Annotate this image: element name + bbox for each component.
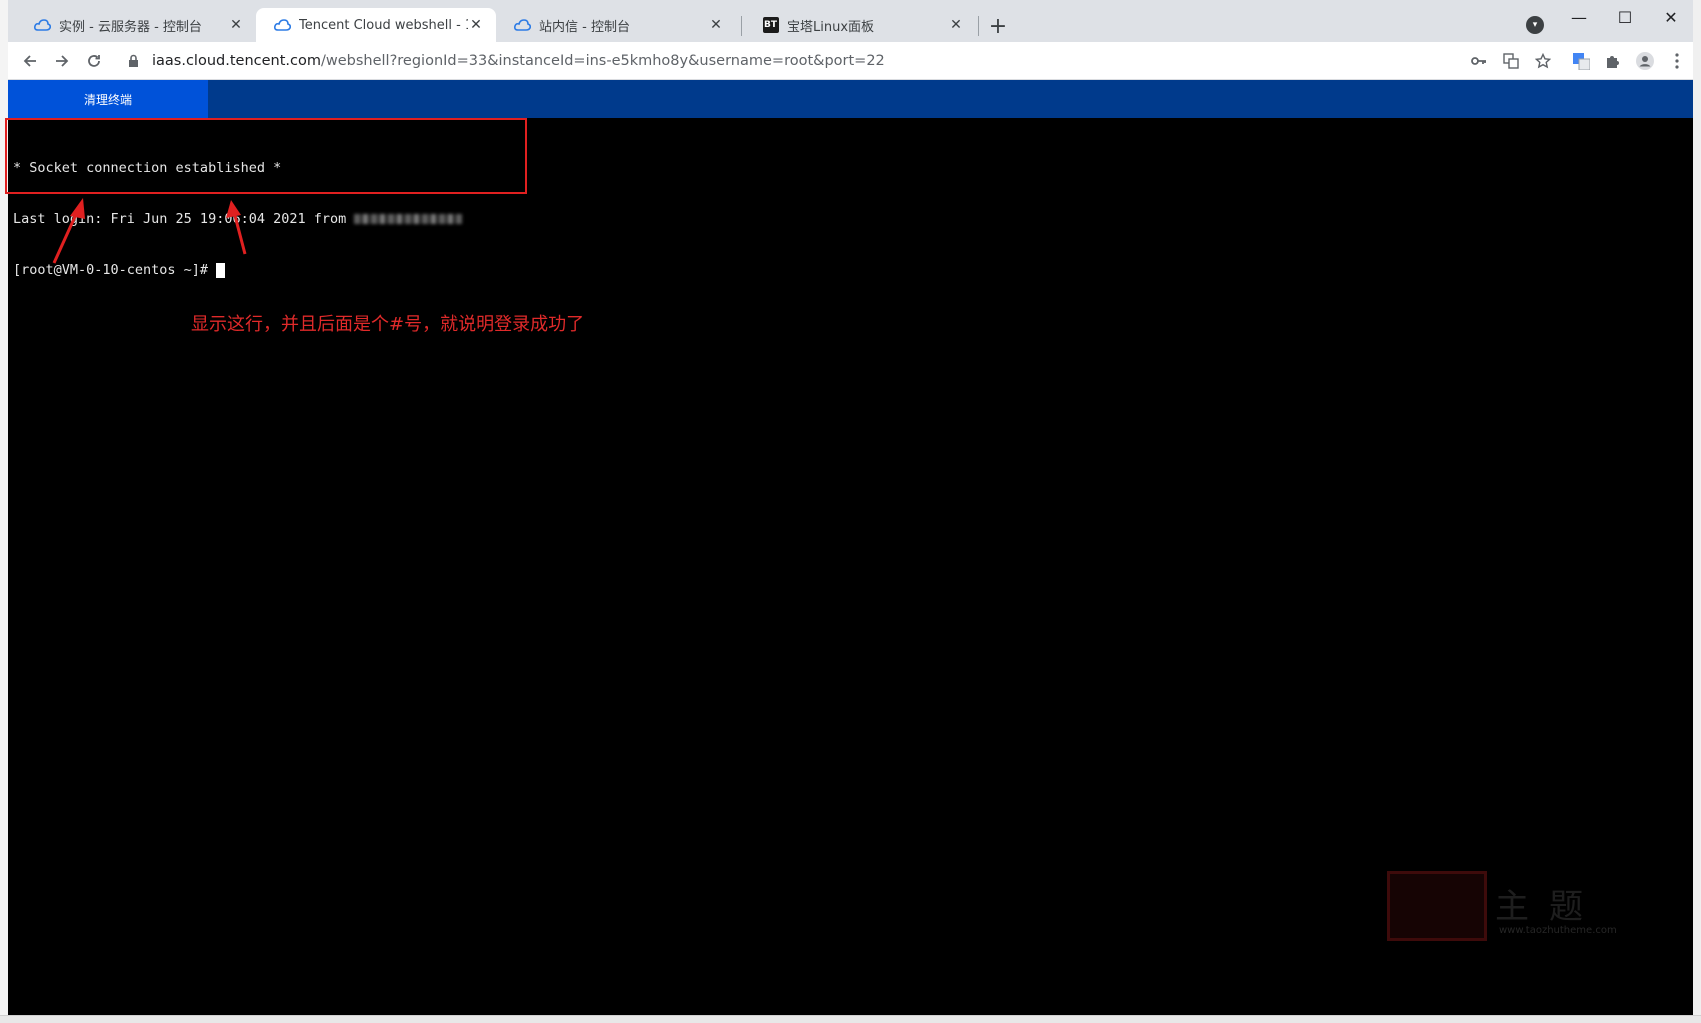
close-icon[interactable]: ✕ [468,17,484,33]
tab-label: Tencent Cloud webshell - 119. [299,17,468,33]
tab-label: 宝塔Linux面板 [787,19,875,35]
tencent-cloud-icon [274,17,291,34]
close-icon[interactable]: ✕ [228,17,244,33]
tab-separator [978,16,979,36]
browser-window: 实例 - 云服务器 - 控制台 ✕ Tencent Cloud webshell… [5,0,1693,1017]
bt-icon: BT [762,17,779,34]
arrow-right [226,200,247,255]
tencent-cloud-icon [514,17,531,34]
annotation-arrows [52,198,247,264]
tab-strip: 实例 - 云服务器 - 控制台 ✕ Tencent Cloud webshell… [8,0,1693,42]
tencent-cloud-icon [34,17,51,34]
forward-arrow-icon[interactable] [50,49,74,73]
profile-avatar-icon[interactable] [1636,52,1654,70]
back-arrow-icon[interactable] [18,49,42,73]
lock-icon [128,54,142,68]
watermark-seal [1387,871,1487,941]
tab-webshell[interactable]: Tencent Cloud webshell - 119. ✕ [256,8,496,42]
taskbar-strip [0,1015,1701,1023]
tab-label: 站内信 - 控制台 [539,19,630,35]
close-icon[interactable]: ✕ [708,17,724,33]
tab-label: 实例 - 云服务器 - 控制台 [59,19,202,35]
extensions-puzzle-icon[interactable] [1604,52,1622,70]
star-icon[interactable] [1534,52,1552,70]
watermark-url: www.taozhutheme.com [1499,925,1617,936]
tab-separator [741,16,742,36]
reload-icon[interactable] [82,49,106,73]
tab-bt-panel[interactable]: BT 宝塔Linux面板 ✕ [744,8,976,42]
translate-icon[interactable] [1502,52,1520,70]
terminal[interactable]: * Socket connection established * Last l… [5,118,1693,1017]
arrow-left [52,198,85,264]
url-path: /webshell?regionId=33&instanceId=ins-e5k… [320,53,885,69]
key-icon[interactable] [1470,52,1488,70]
clear-terminal-button[interactable]: 清理终端 [8,80,208,118]
tab-search-icon[interactable]: ▾ [1526,16,1544,34]
close-window-button[interactable]: ✕ [1648,4,1694,30]
watermark-text: 主题 [1495,887,1603,927]
url-host: iaas.cloud.tencent.com [152,53,321,69]
menu-kebab-icon[interactable] [1668,52,1686,70]
browser-toolbar: iaas.cloud.tencent.com/webshell?regionId… [8,42,1693,80]
tab-messages[interactable]: 站内信 - 控制台 ✕ [496,8,736,42]
google-translate-extension-icon[interactable] [1572,52,1590,70]
new-tab-button[interactable]: + [986,14,1010,39]
tab-instances[interactable]: 实例 - 云服务器 - 控制台 ✕ [16,8,256,42]
close-icon[interactable]: ✕ [948,17,964,33]
watermark-logo: 主题 www.taozhutheme.com [1387,871,1617,947]
minimize-button[interactable]: — [1556,4,1602,30]
webshell-header: 清理终端 [8,80,1693,118]
annotation-note: 显示这行，并且后面是个#号，就说明登录成功了 [191,314,585,335]
maximize-button[interactable]: ☐ [1602,4,1648,30]
address-bar[interactable]: iaas.cloud.tencent.com/webshell?regionId… [120,46,1468,76]
